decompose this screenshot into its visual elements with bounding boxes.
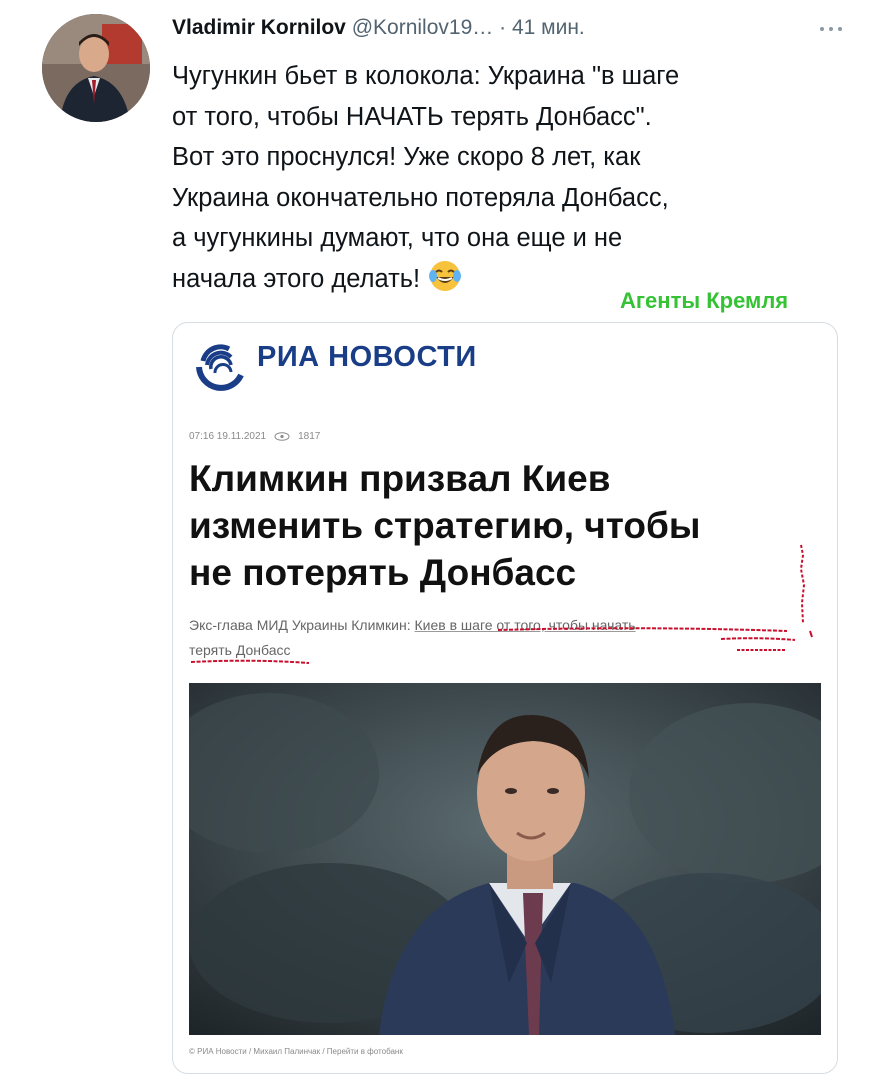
outlet-name: РИА НОВОСТИ (257, 341, 477, 373)
user-handle[interactable]: @Kornilov19… (352, 16, 494, 39)
watermark-text: Агенты Кремля (620, 288, 789, 313)
tweet-text-line: Вот это проснулся! Уже скоро 8 лет, как (172, 143, 641, 171)
article-lead: Экс-глава МИД Украины Климкин: Киев в ша… (189, 613, 809, 663)
tweet-time[interactable]: 41 мин. (512, 16, 585, 39)
headline-line: изменить стратегию, чтобы (189, 505, 701, 546)
tweet-text-line: а чугункины думают, что она еще и не (172, 224, 623, 252)
avatar-photo (42, 14, 150, 122)
tweet-text-line: от того, чтобы НАЧАТЬ терять Донбасс". (172, 102, 652, 131)
tweet-text-line: начала этого делать! (172, 264, 421, 293)
photo-illustration (189, 683, 821, 1035)
headline-line: не потерять Донбасс (189, 552, 577, 593)
view-count: 1817 (298, 431, 321, 442)
tweet-text-line: Чугункин бьет в колокола: Украина "в шаг… (172, 62, 680, 90)
lead-line: терять Донбасс (189, 642, 291, 658)
photo-caption[interactable]: © РИА Новости / Михаил Палинчак / Перейт… (189, 1047, 403, 1056)
article-timestamp: 07:16 19.11.2021 (189, 431, 267, 442)
article-headline[interactable]: Климкин призвал Киев изменить стратегию,… (189, 455, 809, 596)
article-meta: 07:16 19.11.2021 1817 (189, 431, 320, 442)
lead-line: Экс-глава МИД Украины Климкин: Киев в ша… (189, 613, 809, 638)
display-name[interactable]: Vladimir Kornilov (172, 16, 346, 39)
avatar[interactable] (42, 14, 150, 122)
news-card[interactable]: РИА НОВОСТИ 07:16 19.11.2021 1817 Климки… (172, 322, 838, 1074)
article-photo[interactable] (189, 683, 821, 1035)
lead-prefix: Экс-глава МИД Украины Климкин: (189, 617, 415, 633)
ria-logo-icon (196, 344, 244, 391)
separator-dot: · (499, 16, 507, 39)
tweet-header: Vladimir Kornilov @Kornilov19… · 41 мин. (172, 14, 852, 44)
more-dots-icon[interactable] (820, 24, 850, 34)
face-with-tears-of-joy-icon (429, 260, 462, 291)
tweet-text: Чугункин бьет в колокола: Украина "в шаг… (172, 56, 842, 299)
headline-line: Климкин призвал Киев (189, 458, 611, 499)
tweet-text-line: Украина окончательно потеряла Донбасс, (172, 183, 669, 212)
eye-icon (274, 432, 290, 441)
lead-link[interactable]: Киев в шаге от того, чтобы начать (415, 617, 636, 633)
